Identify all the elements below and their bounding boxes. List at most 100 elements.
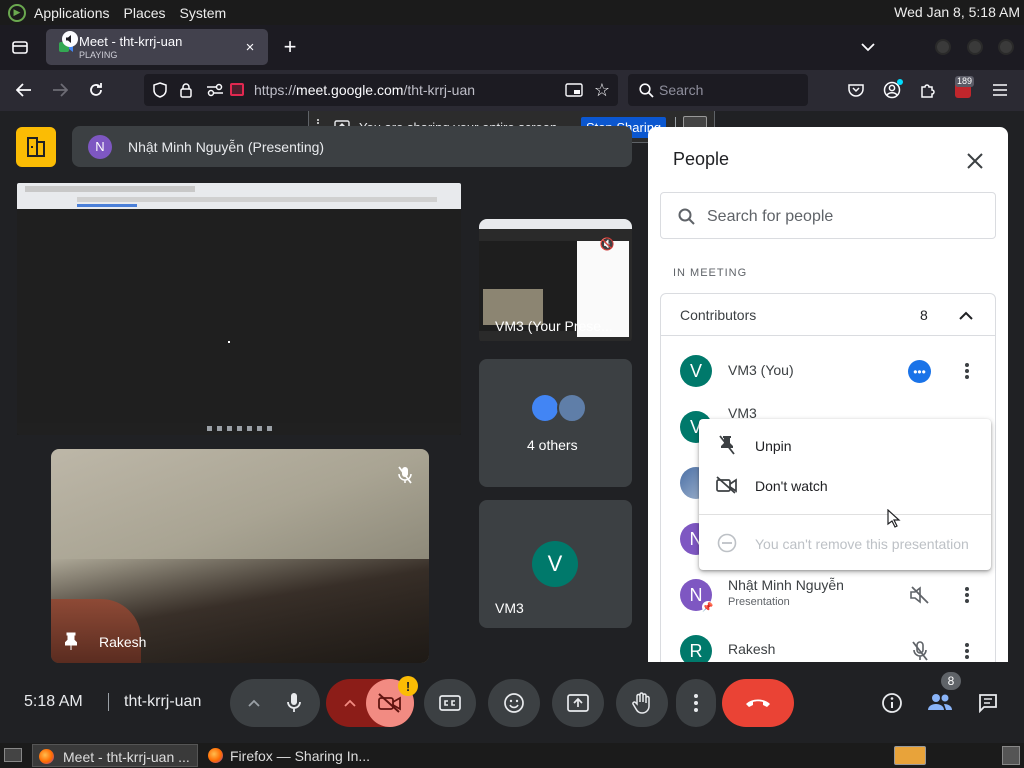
people-panel: People Search for people IN MEETING Cont… — [648, 127, 1008, 662]
participant-row[interactable]: R Rakesh — [661, 625, 995, 662]
people-icon[interactable] — [926, 690, 954, 714]
taskbar-item-firefox[interactable]: Firefox — Sharing In... — [202, 744, 372, 767]
menu-item-unpin[interactable]: Unpin — [699, 427, 991, 463]
unpin-icon — [717, 435, 737, 455]
window-close-icon[interactable] — [998, 39, 1014, 55]
close-panel-icon[interactable] — [964, 150, 986, 172]
tile-name-rakesh: Rakesh — [99, 634, 147, 650]
more-options-icon[interactable] — [959, 640, 975, 662]
tile-self-presentation[interactable]: 🔇 VM3 (Your Prese... — [479, 219, 632, 345]
window-maximize-icon[interactable] — [967, 39, 983, 55]
tile-vm3[interactable]: V VM3 — [479, 500, 632, 628]
menu-item-dont-watch[interactable]: Don't watch — [699, 467, 991, 503]
emoji-reaction-button[interactable] — [488, 679, 540, 727]
participant-avatar: V — [680, 355, 712, 387]
more-options-icon[interactable] — [959, 584, 975, 606]
participant-row[interactable]: V VM3 (You) ••• — [661, 345, 995, 397]
browser-search-placeholder: Search — [659, 82, 704, 98]
tile-others[interactable]: 4 others — [479, 359, 632, 487]
menu-system[interactable]: System — [180, 5, 227, 21]
chevron-up-icon[interactable] — [957, 306, 975, 324]
picture-in-picture-icon[interactable] — [565, 82, 583, 98]
new-tab-icon[interactable]: + — [280, 34, 300, 59]
contributors-label[interactable]: Contributors — [680, 307, 756, 323]
microphone-button[interactable] — [270, 679, 318, 727]
distro-logo-icon[interactable]: ▶ — [8, 3, 26, 22]
menu-divider — [699, 514, 991, 515]
remove-circle-icon — [717, 533, 737, 553]
others-label: 4 others — [527, 437, 578, 453]
bookmark-star-icon[interactable]: ☆ — [593, 80, 611, 100]
speaker-playing-icon[interactable] — [62, 31, 78, 47]
people-title: People — [673, 149, 730, 169]
menu-applications[interactable]: Applications — [34, 5, 110, 21]
tracking-shield-icon[interactable] — [152, 82, 168, 98]
firefox-icon — [39, 749, 54, 764]
meet-logo-icon[interactable] — [16, 127, 56, 167]
shared-link-strip — [77, 204, 137, 207]
screen: ▶ Applications Places System Wed Jan 8, … — [0, 0, 1024, 768]
reload-icon[interactable] — [86, 80, 106, 100]
extension-badge: 189 — [955, 76, 975, 87]
taskbar-item-label: Firefox — Sharing In... — [230, 748, 371, 764]
tab-status: PLAYING — [79, 50, 118, 60]
speaking-indicator-icon: ••• — [908, 360, 931, 383]
permissions-icon[interactable] — [206, 82, 224, 98]
back-arrow-icon[interactable] — [14, 80, 34, 100]
forward-arrow-icon[interactable] — [50, 80, 70, 100]
thumb-muted-icon: 🔇 — [599, 237, 615, 251]
hamburger-menu-icon[interactable] — [990, 81, 1010, 99]
others-avatar-2 — [557, 393, 587, 423]
tab-list-icon[interactable] — [10, 38, 30, 56]
present-screen-button[interactable] — [552, 679, 604, 727]
firefox-icon — [208, 748, 223, 763]
tab-overflow-chevron-icon[interactable] — [858, 37, 878, 57]
lock-icon[interactable] — [178, 82, 194, 98]
taskbar-item-meet[interactable]: Meet - tht-krrj-uan ... — [32, 744, 198, 767]
taskbar: Meet - tht-krrj-uan ... Firefox — Sharin… — [0, 743, 1024, 768]
address-bar[interactable]: https://meet.google.com/tht-krrj-uan ☆ — [144, 74, 618, 106]
more-options-button[interactable] — [676, 679, 716, 727]
tile-name-self-presentation: VM3 (Your Prese... — [495, 318, 613, 334]
shared-screen-view[interactable] — [17, 183, 461, 435]
vm3-avatar: V — [532, 541, 578, 587]
workspace-switcher[interactable] — [1002, 746, 1020, 765]
audio-options-chevron-icon[interactable] — [244, 694, 264, 712]
panel-clock[interactable]: Wed Jan 8, 5:18 AM — [894, 4, 1020, 20]
tab-close-icon[interactable]: × — [242, 39, 258, 56]
browser-tab[interactable]: Meet - tht-krrj-uan PLAYING × — [46, 29, 268, 65]
chat-icon[interactable] — [976, 691, 1000, 715]
video-options-chevron-icon[interactable] — [340, 694, 360, 712]
end-call-button[interactable] — [722, 679, 794, 727]
meeting-code[interactable]: tht-krrj-uan — [124, 693, 201, 711]
shared-desktop — [17, 209, 461, 423]
people-search-icon — [677, 207, 695, 225]
browser-search-box[interactable]: Search — [628, 74, 808, 106]
raise-hand-button[interactable] — [616, 679, 668, 727]
account-sync-dot — [897, 79, 903, 85]
shared-tab-bar — [25, 186, 195, 192]
participant-name: VM3 (You) — [728, 362, 794, 378]
presenter-bar[interactable]: N Nhật Minh Nguyễn (Presenting) — [72, 126, 632, 167]
screen-share-indicator-icon[interactable] — [230, 83, 244, 96]
window-minimize-icon[interactable] — [935, 39, 951, 55]
participant-tile-rakesh[interactable]: Rakesh — [51, 449, 429, 663]
participant-row[interactable]: N 📌 Nhật Minh Nguyễn Presentation — [661, 569, 995, 621]
more-options-icon[interactable] — [959, 360, 975, 382]
pocket-icon[interactable] — [846, 81, 866, 99]
participant-name: Nhật Minh Nguyễn — [728, 577, 844, 593]
menu-places[interactable]: Places — [124, 5, 166, 21]
menu-item-label: Unpin — [755, 438, 792, 454]
tray-firefox-icon[interactable] — [894, 746, 926, 765]
time-divider — [108, 693, 109, 711]
contributors-count: 8 — [920, 307, 928, 323]
captions-button[interactable] — [424, 679, 476, 727]
people-search-input[interactable]: Search for people — [660, 192, 996, 239]
meeting-time: 5:18 AM — [24, 693, 83, 710]
participant-subtitle: Presentation — [728, 596, 790, 608]
extensions-puzzle-icon[interactable] — [918, 80, 938, 100]
meeting-details-icon[interactable] — [880, 691, 904, 715]
show-desktop-icon[interactable] — [4, 748, 22, 762]
search-icon — [638, 82, 654, 98]
url-text[interactable]: https://meet.google.com/tht-krrj-uan — [254, 82, 475, 98]
